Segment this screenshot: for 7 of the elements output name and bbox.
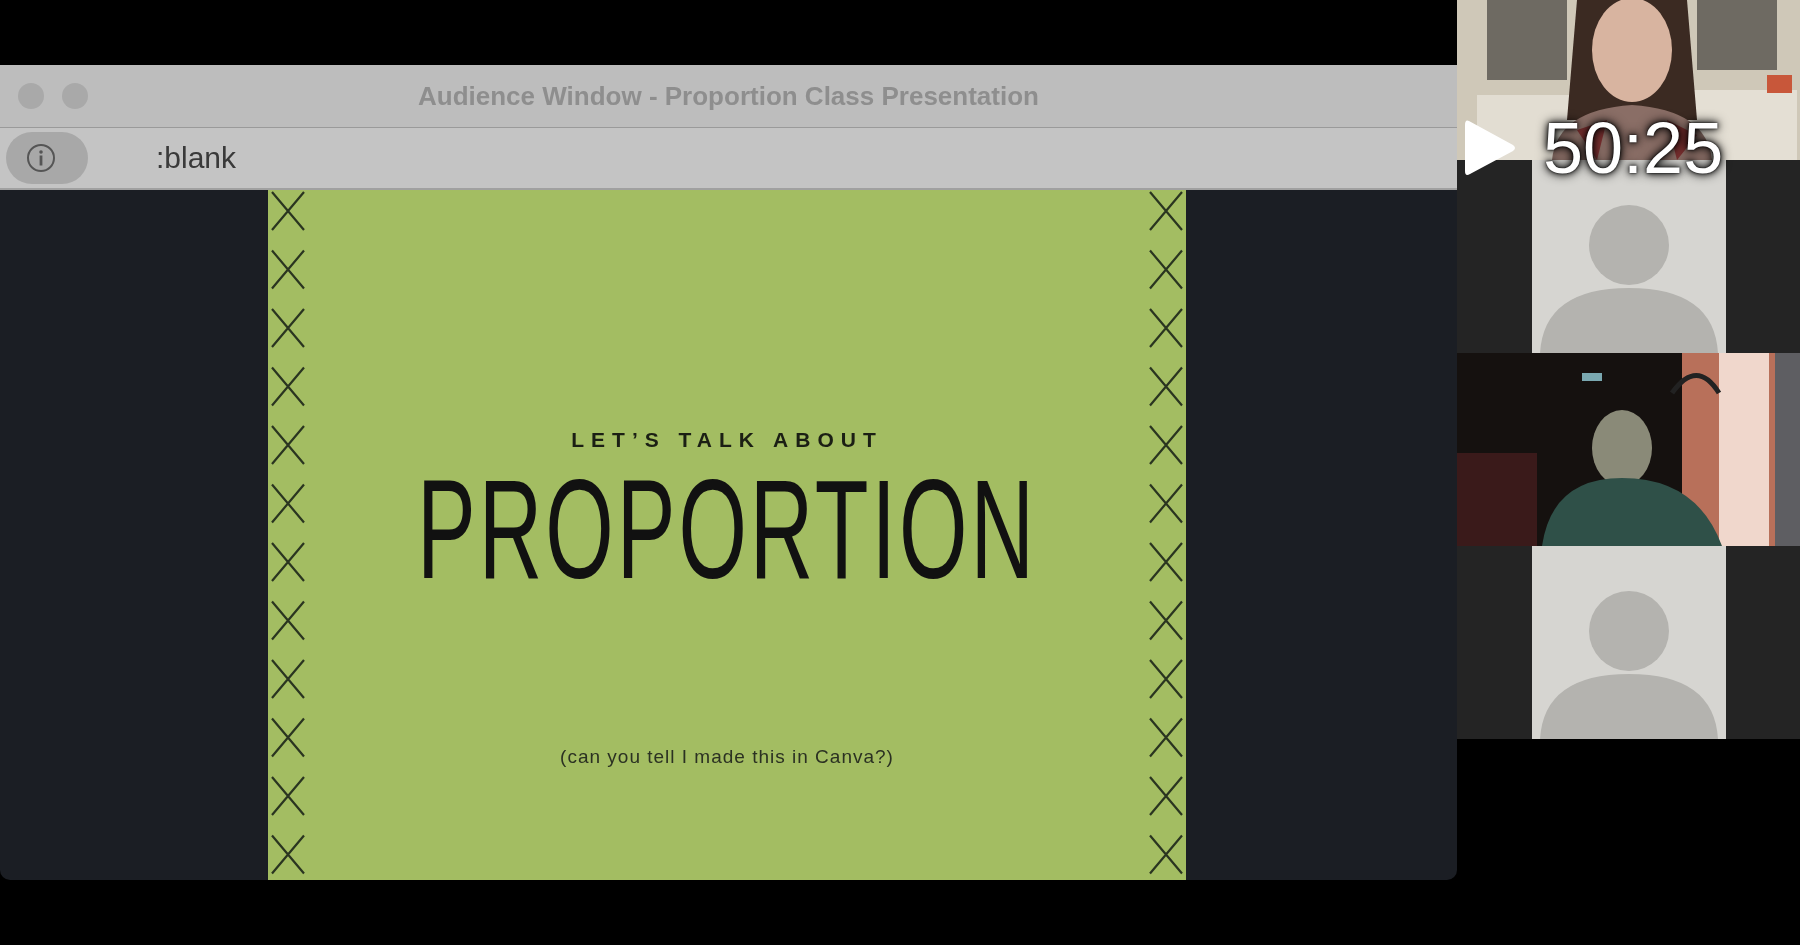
info-icon <box>26 143 56 173</box>
slide-note: (can you tell I made this in Canva?) <box>560 746 894 768</box>
slide-title: PROPORTION <box>417 459 1037 601</box>
slide-subtitle: LET’S TALK ABOUT <box>571 428 883 452</box>
site-info-button[interactable] <box>6 132 88 184</box>
avatar-icon <box>1531 546 1726 739</box>
address-text: :blank <box>156 141 237 175</box>
